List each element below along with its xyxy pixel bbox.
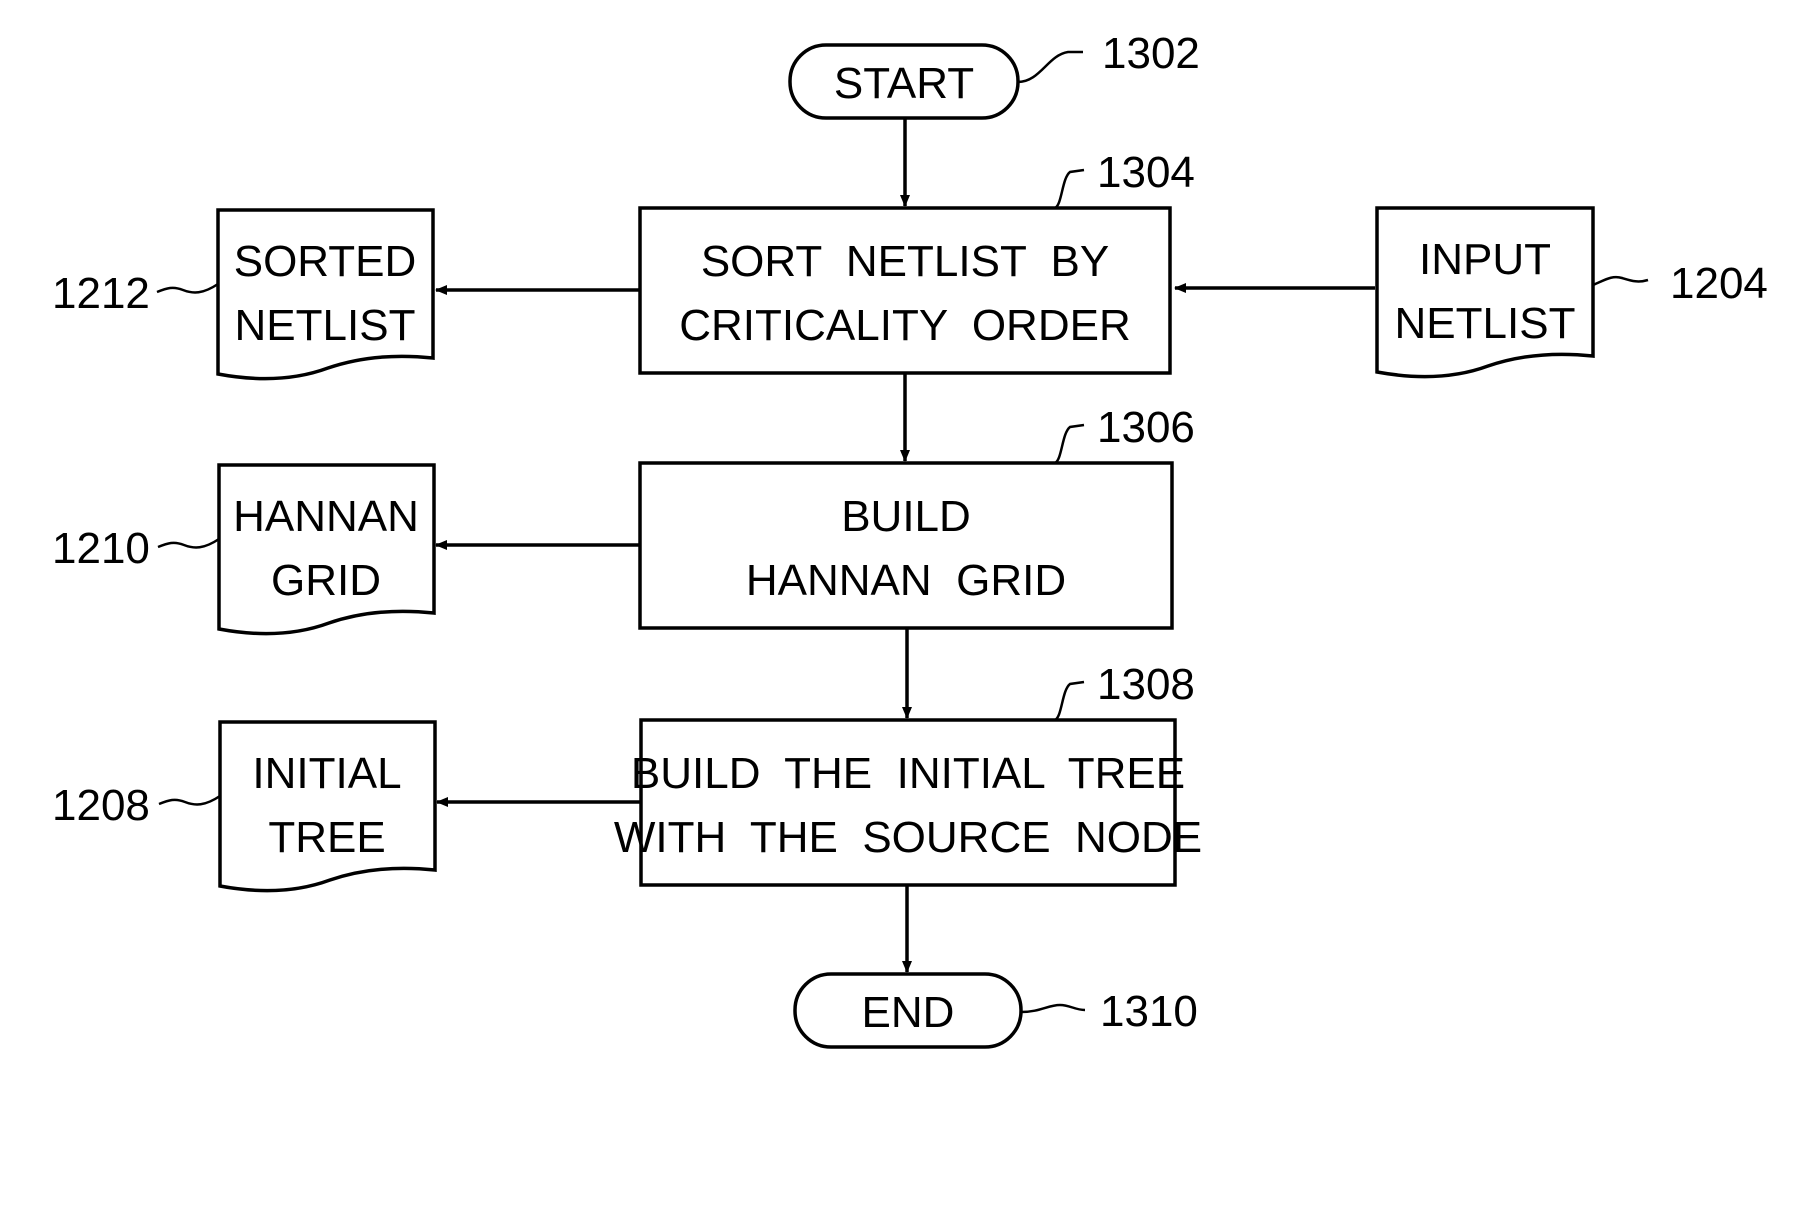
input-netlist-label-line1: INPUT <box>1419 235 1551 284</box>
ref-1204: 1204 <box>1670 259 1768 308</box>
ref-1302: 1302 <box>1102 29 1200 78</box>
build-tree-label-line1: BUILD THE INITIAL TREE <box>631 749 1185 798</box>
start-terminal: START 1302 <box>788 29 1200 120</box>
sorted-netlist-document: SORTED NETLIST 1212 <box>52 208 435 381</box>
input-netlist-label-line2: NETLIST <box>1395 299 1576 348</box>
sorted-netlist-label-line1: SORTED <box>234 237 417 286</box>
hannan-grid-label-line1: HANNAN <box>233 492 419 541</box>
hannan-grid-label-line2: GRID <box>271 556 381 605</box>
ref-1310: 1310 <box>1100 987 1198 1036</box>
input-netlist-document: INPUT NETLIST 1204 <box>1375 206 1768 379</box>
sort-label-line2: CRITICALITY ORDER <box>679 301 1130 350</box>
ref-1306: 1306 <box>1097 403 1195 452</box>
initial-tree-label-line1: INITIAL <box>252 749 401 798</box>
build-tree-label-line2: WITH THE SOURCE NODE <box>614 813 1202 862</box>
end-terminal: END 1310 <box>793 972 1198 1049</box>
ref-1212: 1212 <box>52 269 150 318</box>
sorted-netlist-label-line2: NETLIST <box>235 301 416 350</box>
ref-1210: 1210 <box>52 524 150 573</box>
start-label: START <box>834 59 974 108</box>
build-grid-label-line2: HANNAN GRID <box>746 556 1066 605</box>
build-grid-process: BUILD HANNAN GRID 1306 <box>638 403 1195 630</box>
end-label: END <box>862 988 955 1037</box>
sort-process: SORT NETLIST BY CRITICALITY ORDER 1304 <box>638 148 1195 375</box>
ref-1208: 1208 <box>52 781 150 830</box>
initial-tree-label-line2: TREE <box>268 813 385 862</box>
flowchart: START 1302 SORT NETLIST BY CRITICALITY O… <box>52 29 1768 1049</box>
ref-1304: 1304 <box>1097 148 1195 197</box>
sort-label-line1: SORT NETLIST BY <box>701 237 1109 286</box>
hannan-grid-document: HANNAN GRID 1210 <box>52 463 436 636</box>
ref-1308: 1308 <box>1097 660 1195 709</box>
initial-tree-document: INITIAL TREE 1208 <box>52 720 437 893</box>
build-grid-label-line1: BUILD <box>841 492 971 541</box>
